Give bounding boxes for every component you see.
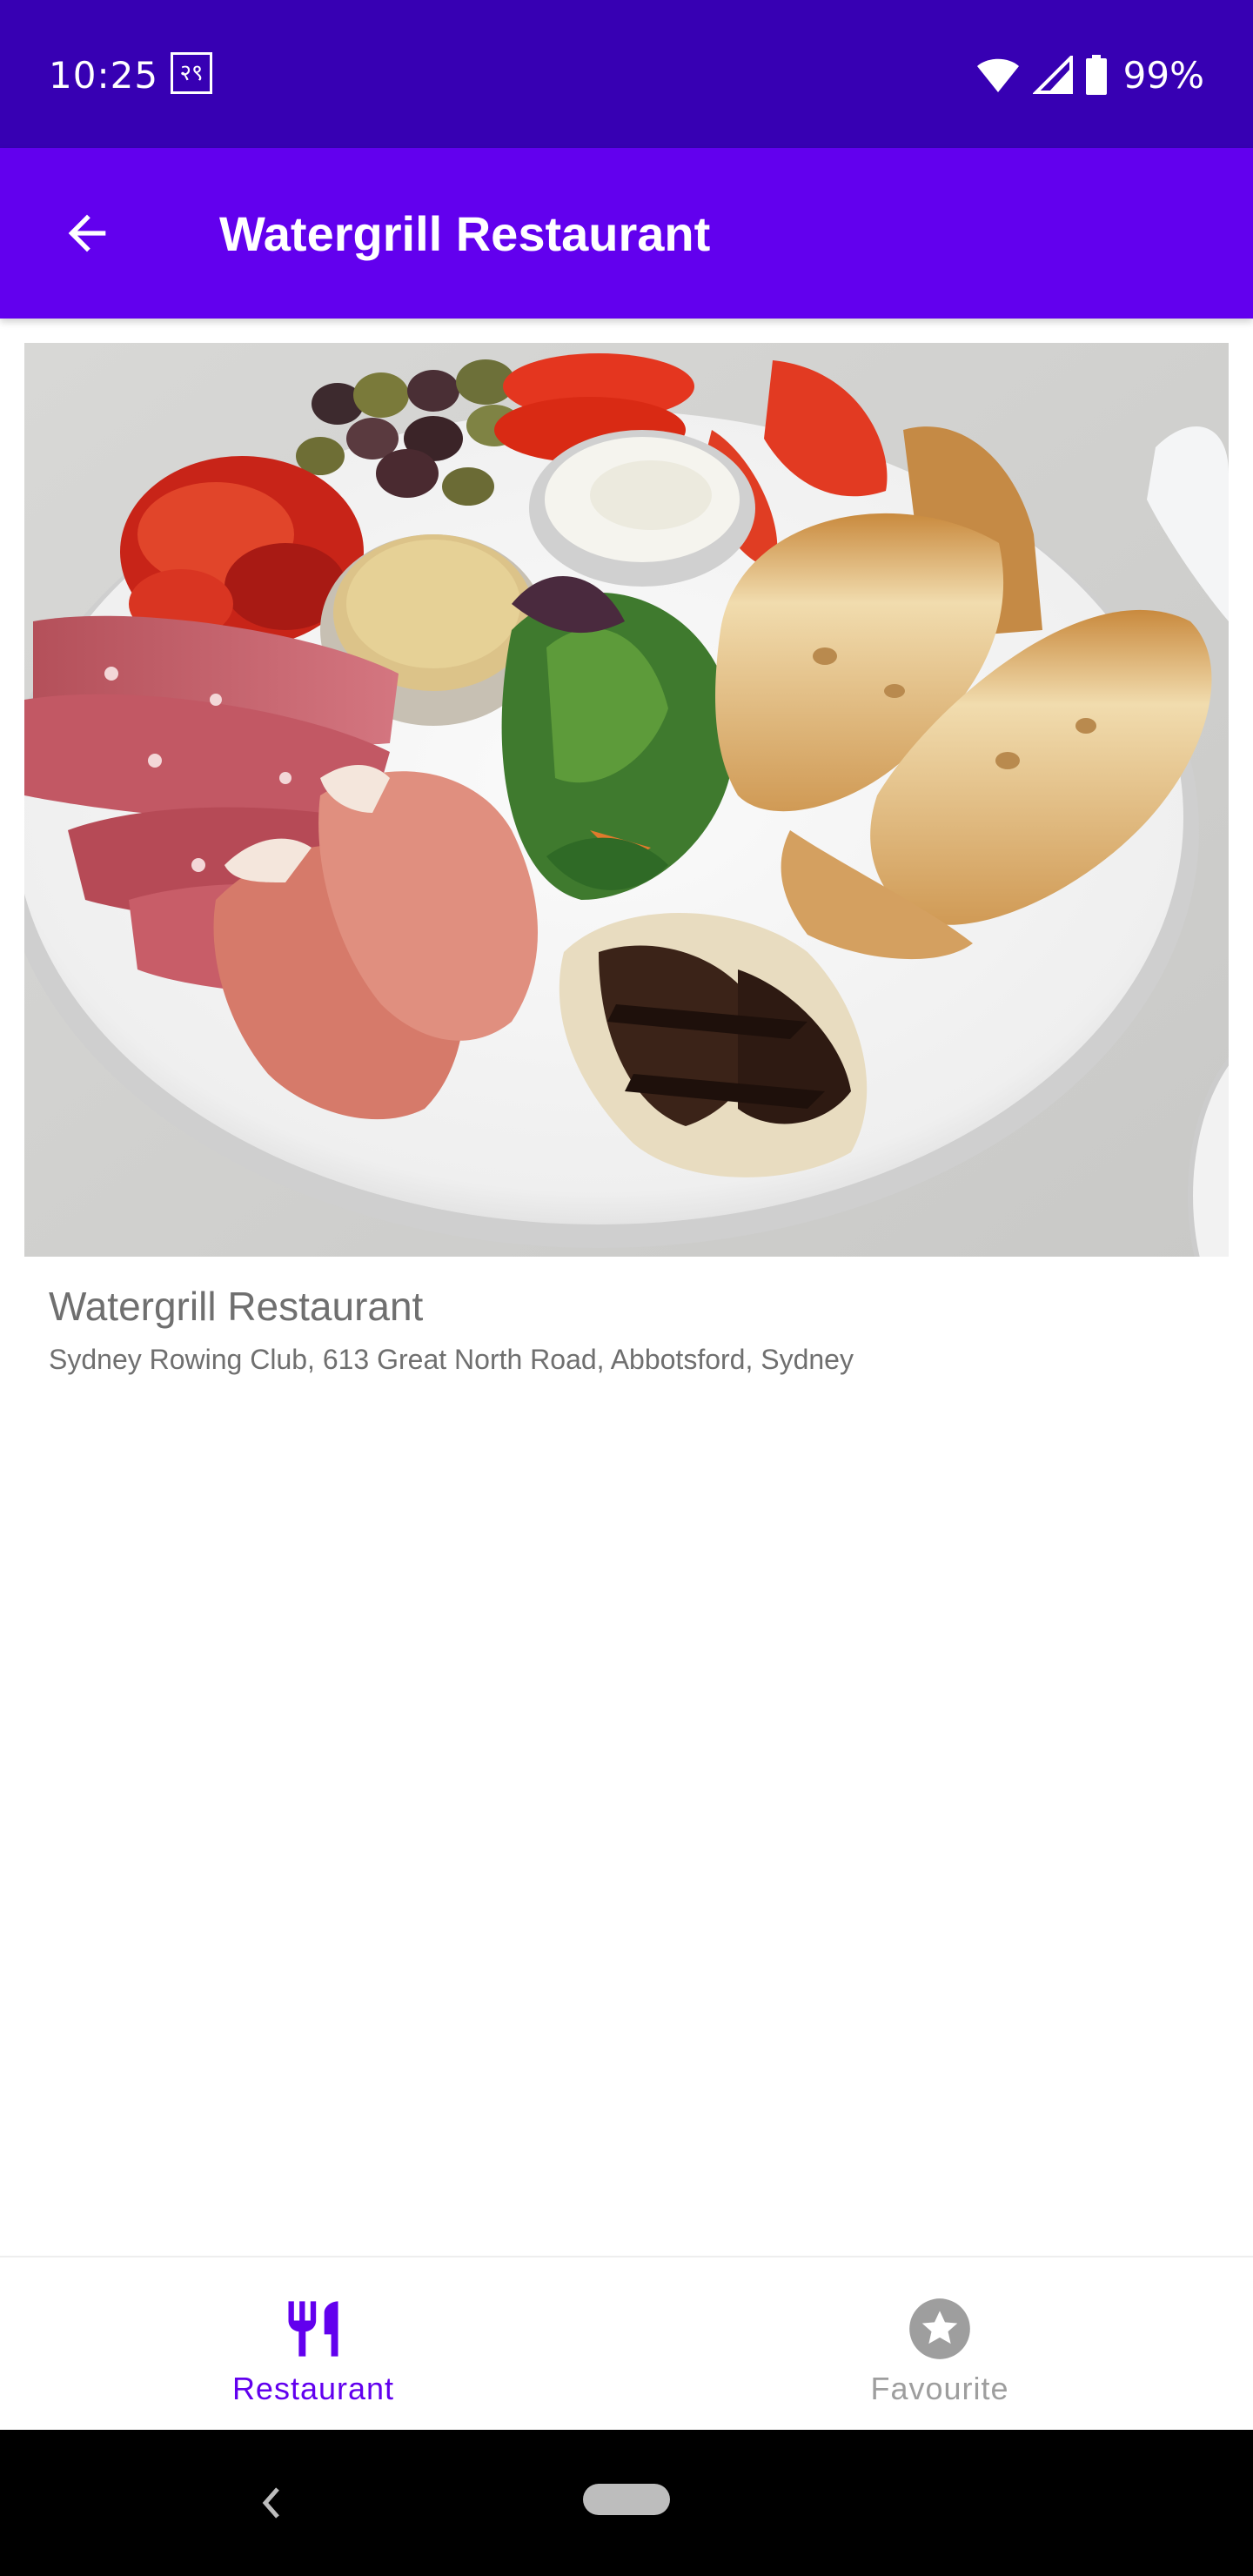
chevron-left-icon	[262, 2487, 279, 2519]
restaurant-name: Watergrill Restaurant	[49, 1284, 424, 1329]
restaurant-card[interactable]: Watergrill Restaurant Sydney Rowing Club…	[24, 343, 1229, 1413]
status-icons: 99%	[975, 52, 1204, 97]
fork-knife-icon	[271, 2287, 355, 2371]
battery-icon	[1085, 55, 1107, 95]
back-button[interactable]	[45, 191, 129, 275]
status-time: 10:25	[49, 54, 159, 97]
restaurant-photo	[24, 343, 1229, 1257]
arrow-back-icon	[68, 214, 106, 252]
nav-label-favourite: Favourite	[870, 2371, 1009, 2406]
battery-percent: 99%	[1122, 53, 1204, 97]
nav-item-favourite[interactable]: Favourite	[626, 2257, 1253, 2432]
tzatziki-cup	[529, 430, 755, 587]
notification-icon: २९	[171, 52, 212, 94]
star-icon	[898, 2287, 982, 2371]
bottom-navigation: Restaurant Favourite	[0, 2256, 1253, 2432]
antipasto-platter-illustration	[24, 343, 1229, 1257]
page-title: Watergrill Restaurant	[219, 206, 711, 261]
signal-icon	[1032, 56, 1073, 94]
system-navigation-bar	[0, 2430, 1253, 2576]
system-back-button[interactable]	[247, 2479, 296, 2527]
nav-item-restaurant[interactable]: Restaurant	[0, 2257, 626, 2432]
wifi-icon	[976, 58, 1019, 92]
restaurant-detail-screen: 10:25 २९ 99% Watergrill Restaurant Water…	[0, 0, 1253, 2576]
restaurant-address: Sydney Rowing Club, 613 Great North Road…	[49, 1344, 854, 1375]
status-bar: 10:25 २९ 99%	[0, 0, 1253, 148]
system-home-pill[interactable]	[583, 2484, 670, 2515]
nav-label-restaurant: Restaurant	[231, 2371, 395, 2406]
app-bar: Watergrill Restaurant	[0, 148, 1253, 319]
